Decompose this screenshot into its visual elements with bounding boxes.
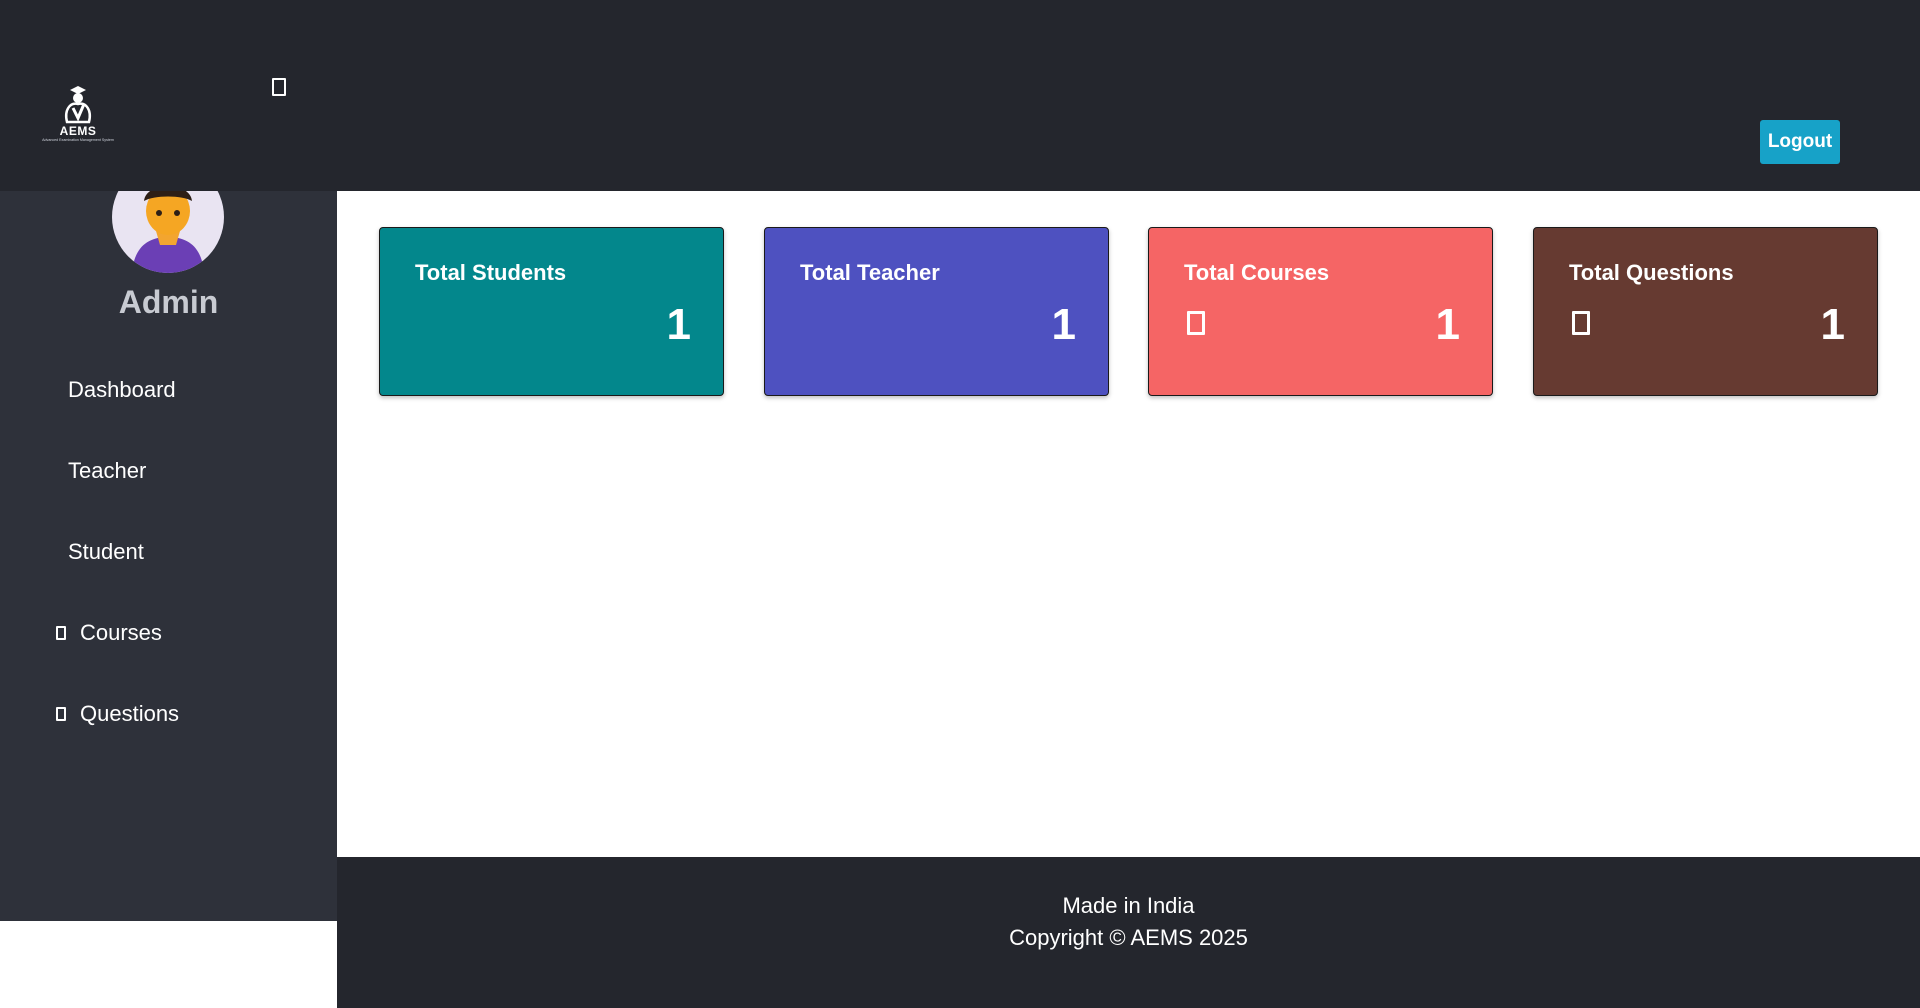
graduate-logo-icon [65, 86, 91, 124]
sidebar-item-label: Student [68, 539, 144, 564]
sidebar-item-label: Questions [80, 701, 180, 726]
footer-made-in: Made in India [1062, 893, 1195, 918]
sidebar-item-courses[interactable]: Courses [0, 606, 337, 660]
sidebar: Admin Dashboard Teacher Student Courses … [0, 191, 337, 921]
question-icon [1572, 311, 1590, 335]
dashboard-content: Total Students 1 Total Teacher 1 Total C… [337, 191, 1920, 857]
sidebar-item-label: Dashboard [68, 377, 176, 402]
top-navbar: AEMS Advanced Examination Management Sys… [0, 0, 1920, 191]
sidebar-item-questions[interactable]: Questions [0, 687, 337, 741]
sidebar-item-label: Teacher [68, 458, 147, 483]
stat-card-teachers[interactable]: Total Teacher 1 [764, 227, 1109, 396]
card-value: 1 [1435, 300, 1460, 349]
stat-card-questions[interactable]: Total Questions 1 [1533, 227, 1878, 396]
user-name: Admin [118, 284, 219, 320]
avatar [112, 191, 224, 273]
card-title: Total Questions [1569, 260, 1734, 285]
card-value: 1 [1820, 300, 1845, 349]
footer: Made in India Copyright © AEMS 2025 [337, 857, 1920, 1008]
sidebar-item-teacher[interactable]: Teacher [0, 444, 337, 498]
sidebar-item-label: Courses [80, 620, 162, 645]
user-avatar-icon [132, 191, 204, 273]
footer-copyright: Copyright © AEMS 2025 [1009, 925, 1248, 950]
card-title: Total Courses [1184, 260, 1330, 285]
logout-button[interactable]: Logout [1760, 120, 1840, 164]
card-title: Total Teacher [800, 260, 940, 285]
logo-tagline: Advanced Examination Management System [42, 138, 114, 142]
card-value: 1 [1051, 300, 1076, 349]
stat-card-courses[interactable]: Total Courses 1 [1148, 227, 1493, 396]
card-value: 1 [666, 300, 691, 349]
stat-card-students[interactable]: Total Students 1 [379, 227, 724, 396]
card-title: Total Students [415, 260, 567, 285]
sidebar-item-student[interactable]: Student [0, 525, 337, 579]
aems-logo[interactable]: AEMS Advanced Examination Management Sys… [34, 74, 122, 146]
logo-name: AEMS [59, 124, 97, 138]
sidebar-item-dashboard[interactable]: Dashboard [0, 363, 337, 417]
hamburger-icon[interactable] [272, 78, 286, 96]
book-icon [56, 626, 66, 640]
book-icon [1187, 311, 1205, 335]
question-icon [56, 707, 66, 721]
